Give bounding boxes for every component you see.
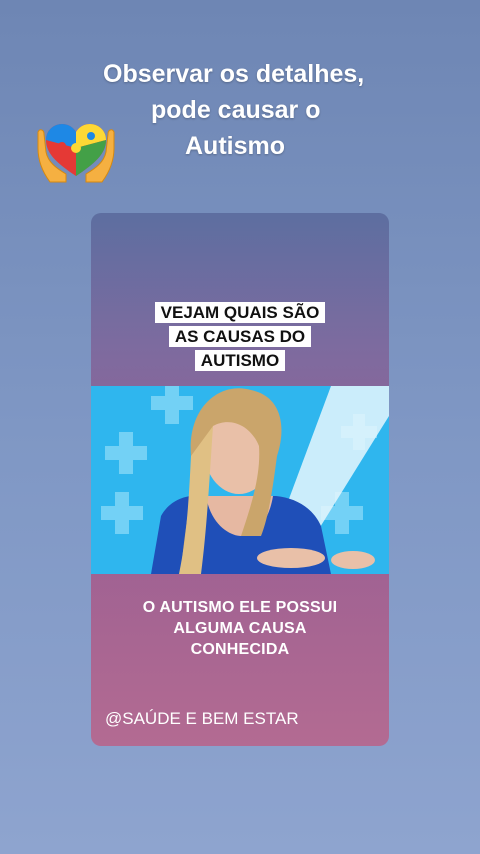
video-card[interactable]: VEJAM QUAIS SÃO AS CAUSAS DO AUTISMO O A…	[91, 213, 389, 746]
video-frame[interactable]	[91, 386, 389, 574]
top-caption-line-2: AS CAUSAS DO	[168, 326, 312, 347]
top-caption: VEJAM QUAIS SÃO AS CAUSAS DO AUTISMO	[91, 301, 389, 373]
puzzle-heart-hands-icon	[37, 124, 115, 183]
bottom-caption-line-3: CONHECIDA	[190, 641, 290, 658]
top-caption-line-1: VEJAM QUAIS SÃO	[154, 302, 326, 323]
bottom-caption-line-2: ALGUMA CAUSA	[173, 620, 307, 637]
headline-line-3: Autismo	[185, 132, 285, 160]
bottom-caption: O AUTISMO ELE POSSUI ALGUMA CAUSA CONHEC…	[111, 597, 369, 660]
headline-line-2: pode causar o	[151, 96, 321, 124]
bottom-caption-line-1: O AUTISMO ELE POSSUI	[142, 599, 338, 616]
headline-line-1: Observar os detalhes,	[103, 60, 365, 88]
headline: Observar os detalhes, pode causar o Auti…	[95, 56, 395, 164]
top-caption-line-3: AUTISMO	[194, 350, 286, 371]
account-handle[interactable]: @SAÚDE E BEM ESTAR	[105, 709, 299, 729]
